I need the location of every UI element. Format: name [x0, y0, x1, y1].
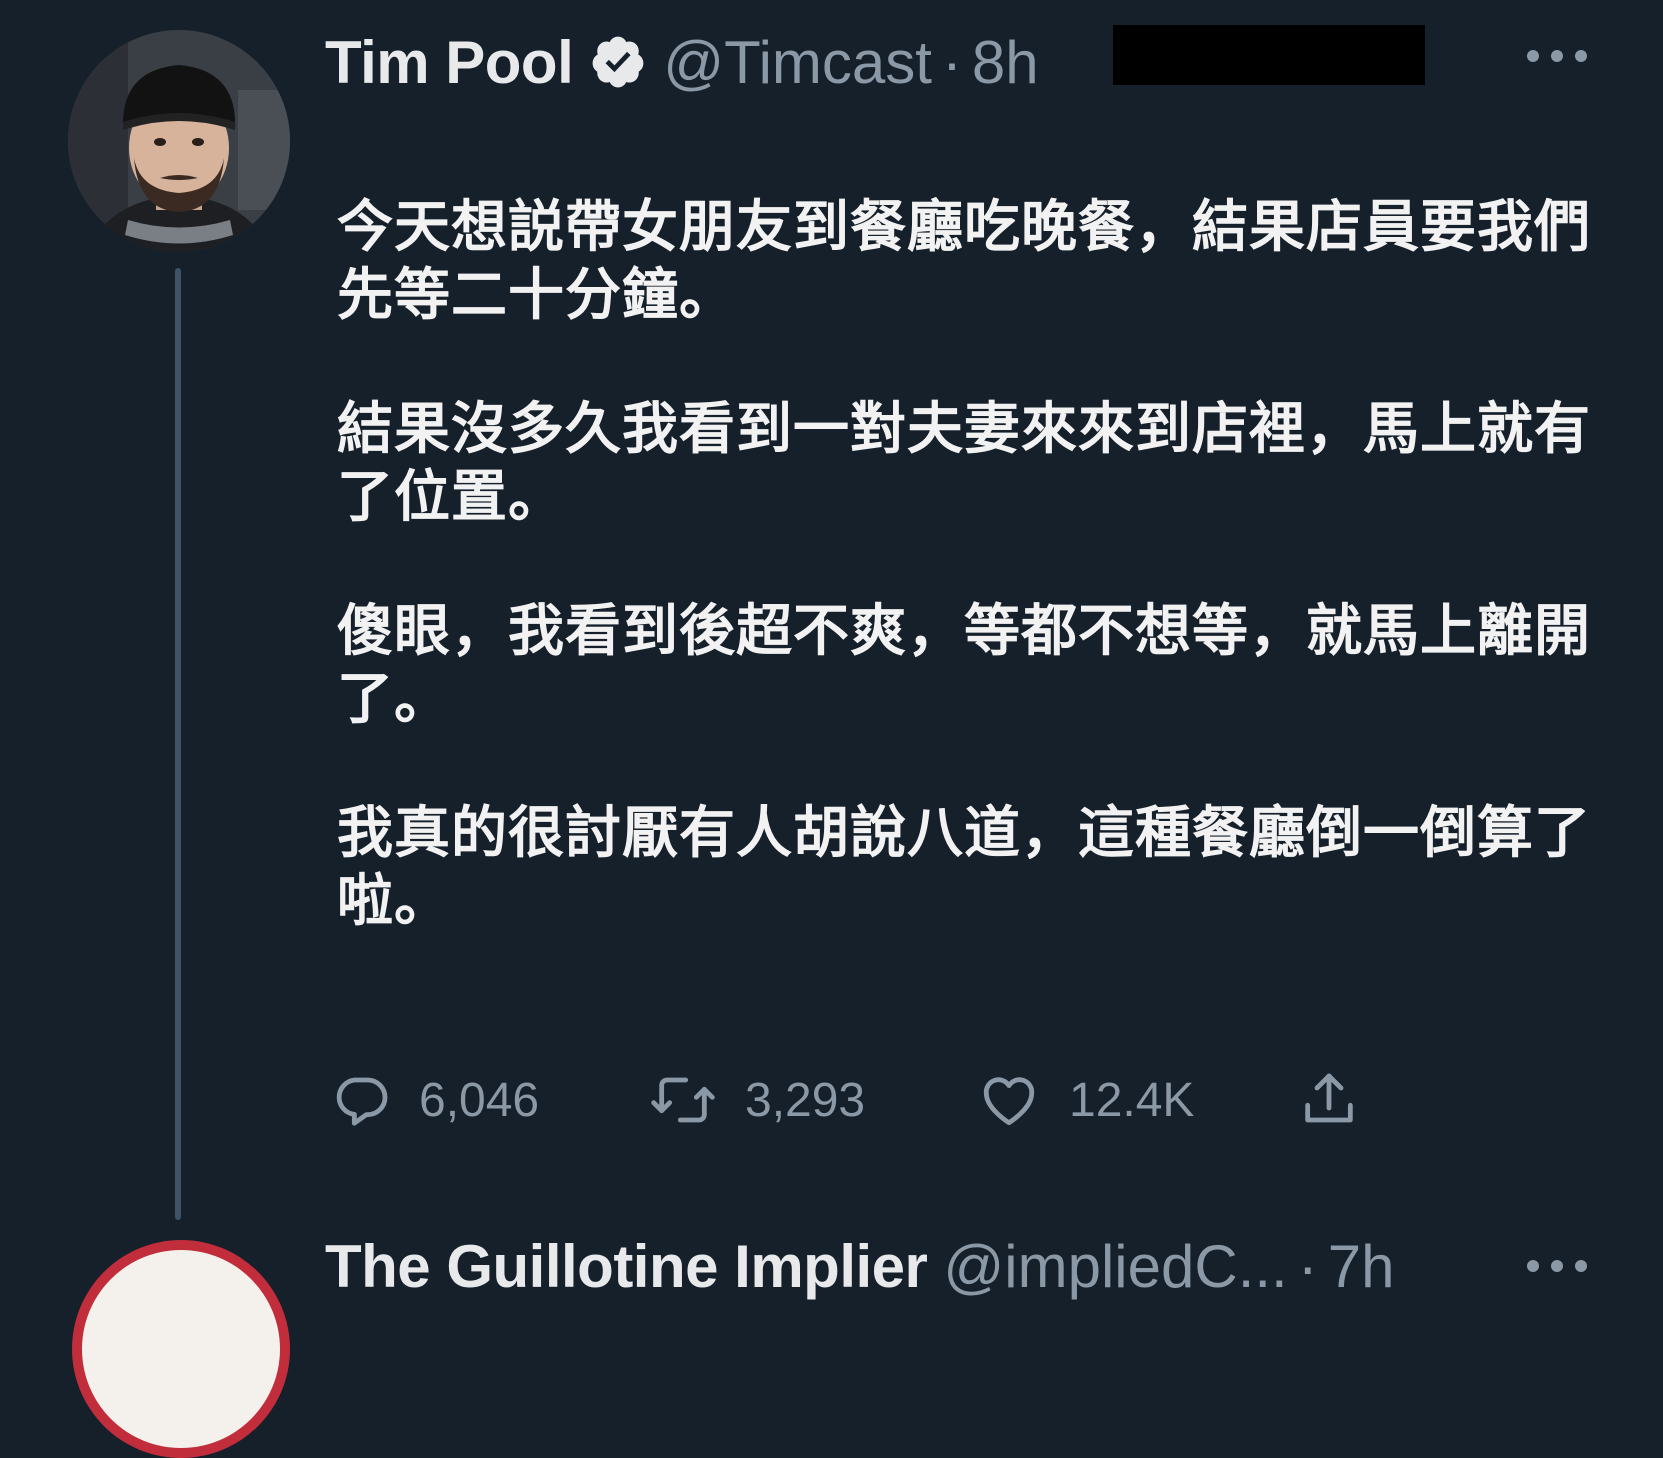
reply-count: 6,046	[419, 1073, 540, 1127]
thread-connector-line	[175, 268, 181, 1220]
tweet-paragraph: 今天想説帶女朋友到餐廳吃晚餐，結果店員要我們先等二十分鐘。	[337, 195, 1591, 328]
tweet-action-bar: 6,046 3,293 12.4K	[325, 1060, 1385, 1140]
share-button[interactable]	[1297, 1060, 1361, 1140]
tweet-header: Tim Pool @Timcast · 8h	[325, 22, 1039, 102]
reply-tweet-timestamp[interactable]: 7h	[1328, 1232, 1395, 1301]
reply-icon	[329, 1068, 393, 1132]
heart-icon	[975, 1068, 1043, 1132]
like-count: 12.4K	[1069, 1073, 1195, 1127]
tweet-timestamp[interactable]: 8h	[972, 28, 1039, 97]
verified-badge-icon	[589, 33, 647, 91]
like-button[interactable]: 12.4K	[975, 1060, 1194, 1140]
author-handle[interactable]: @Timcast	[663, 28, 932, 97]
tweet-text: 今天想説帶女朋友到餐廳吃晚餐，結果店員要我們先等二十分鐘。 結果沒多久我看到一對…	[337, 194, 1599, 1002]
retweet-count: 3,293	[745, 1073, 866, 1127]
author-avatar[interactable]	[68, 30, 290, 252]
more-options-icon[interactable]	[1527, 44, 1587, 68]
tweet-paragraph: 傻眼，我看到後超不爽，等都不想等，就馬上離開了。	[337, 599, 1591, 732]
share-icon	[1297, 1068, 1361, 1132]
retweet-icon	[647, 1068, 719, 1132]
header-separator: ·	[941, 28, 962, 96]
reply-header-separator: ·	[1297, 1232, 1318, 1300]
redaction-box	[1113, 25, 1425, 85]
reply-button[interactable]: 6,046	[329, 1060, 539, 1140]
author-display-name[interactable]: Tim Pool	[325, 28, 574, 97]
reply-tweet-header: The Guillotine Implier @impliedC... · 7h	[325, 1228, 1394, 1304]
retweet-button[interactable]: 3,293	[647, 1060, 865, 1140]
tweet-paragraph: 我真的很討厭有人胡說八道，這種餐廳倒一倒算了啦。	[337, 801, 1591, 934]
reply-author-handle[interactable]: @impliedC...	[943, 1232, 1287, 1301]
reply-author-avatar[interactable]	[72, 1240, 290, 1458]
reply-more-options-icon[interactable]	[1527, 1254, 1587, 1278]
tweet-paragraph: 結果沒多久我看到一對夫妻來來到店裡，馬上就有了位置。	[337, 397, 1591, 530]
reply-author-display-name[interactable]: The Guillotine Implier	[325, 1232, 928, 1301]
